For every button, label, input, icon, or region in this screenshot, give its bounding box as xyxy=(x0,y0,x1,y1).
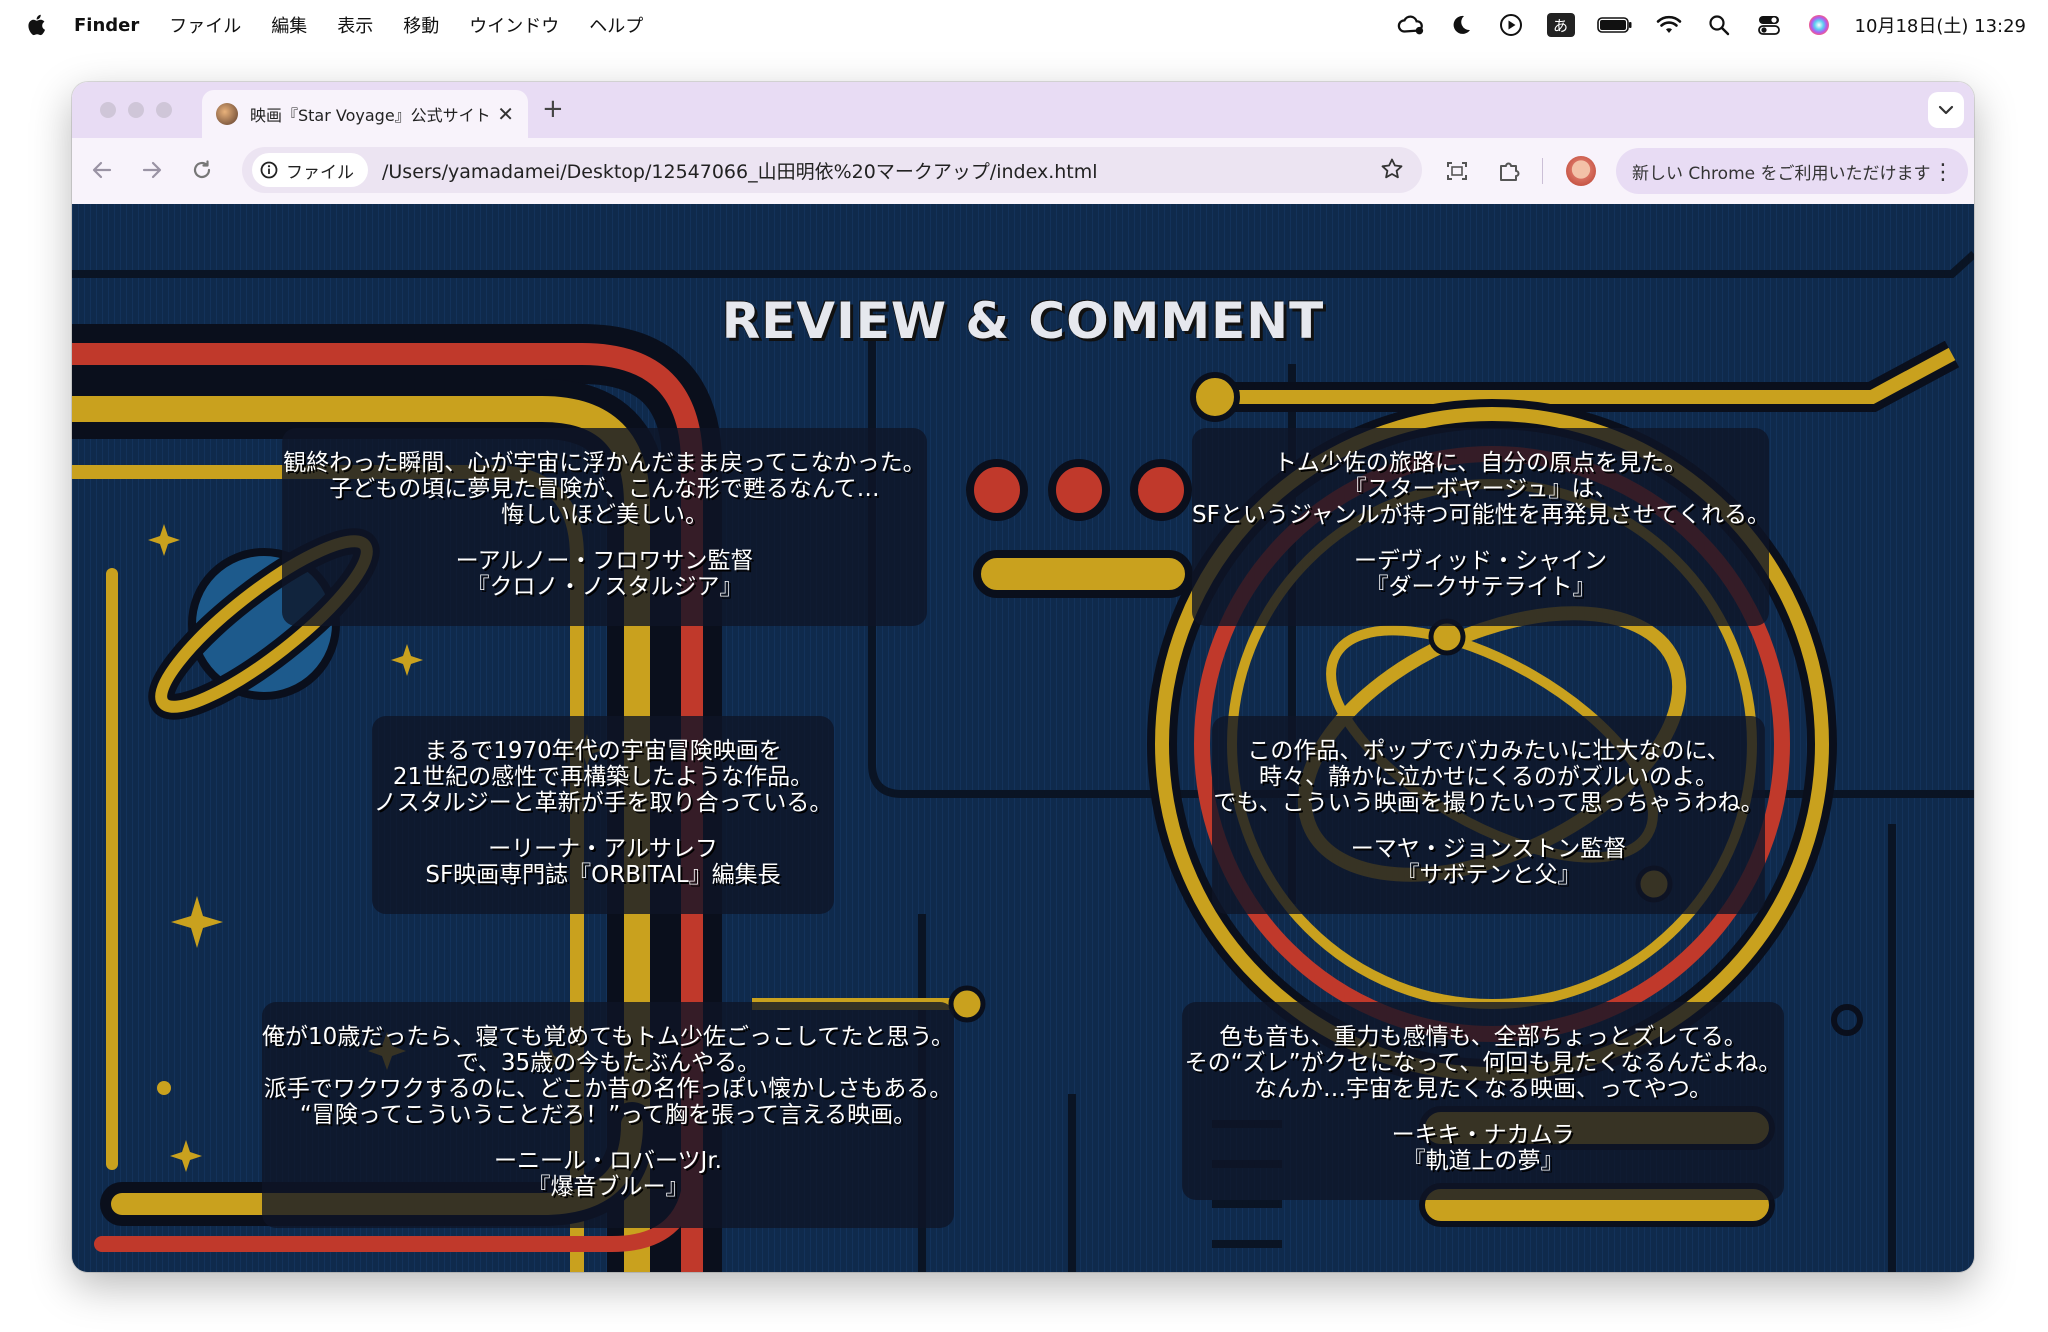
menu-file[interactable]: ファイル xyxy=(169,12,241,38)
quote-line: “冒険ってこういうことだろ！”って胸を張って言える映画。 xyxy=(299,1102,917,1128)
review-attribution: ーアルノー・フロワサン監督 『クロノ・ノスタルジア』 xyxy=(282,548,927,600)
quote-line: 時々、静かに泣かせにくるのがズルいのよ。 xyxy=(1258,764,1719,790)
tab-star-voyage[interactable]: 映画『Star Voyage』公式サイト ✕ xyxy=(202,90,528,138)
quote-line: この作品、ポップでバカみたいに壮大なのに、 xyxy=(1247,738,1730,764)
review-card-5: 俺が10歳だったら、寝ても覚めてもトム少佐ごっこしてたと思う。 で、35歳の今も… xyxy=(262,1002,954,1228)
reviewer-name: ーニール・ロバーツJr. xyxy=(494,1148,722,1174)
creative-cloud-icon[interactable] xyxy=(1397,11,1425,39)
review-attribution: ーマヤ・ジョンストン監督 『サボテンと父』 xyxy=(1212,836,1765,888)
quote-line: で、35歳の今もたぶんやる。 xyxy=(455,1050,761,1076)
zoom-window-button[interactable] xyxy=(156,102,172,118)
chrome-update-button[interactable]: 新しい Chrome をご利用いただけます ⋮ xyxy=(1616,148,1968,194)
reviewer-work: SF映画専門誌『ORBITAL』編集長 xyxy=(425,862,781,888)
menu-help[interactable]: ヘルプ xyxy=(589,12,643,38)
screenshot-icon[interactable] xyxy=(1442,156,1472,186)
reviewer-name: ーキキ・ナカムラ xyxy=(1391,1122,1575,1148)
reviewer-name: ーデヴィッド・シャイン xyxy=(1354,548,1607,574)
siri-icon[interactable] xyxy=(1805,11,1833,39)
quote-line: 色も音も、重力も感情も、全部ちょっとズレてる。 xyxy=(1219,1024,1747,1050)
menu-go[interactable]: 移動 xyxy=(403,12,439,38)
quote-line: まるで1970年代の宇宙冒険映画を xyxy=(424,738,782,764)
review-attribution: ーリーナ・アルサレフ SF映画専門誌『ORBITAL』編集長 xyxy=(372,836,834,888)
quote-line: でも、こういう映画を撮りたいって思っちゃうわね。 xyxy=(1213,790,1764,816)
quote-line: 子どもの頃に夢見た冒険が、こんな形で甦るなんて… xyxy=(329,476,880,502)
reviewer-name: ーリーナ・アルサレフ xyxy=(488,836,718,862)
quote-line: 派手でワクワクするのに、どこか昔の名作っぽい懐かしさもある。 xyxy=(263,1076,953,1102)
wifi-icon[interactable] xyxy=(1655,11,1683,39)
menu-window[interactable]: ウインドウ xyxy=(469,12,559,38)
site-favicon-icon xyxy=(216,103,238,125)
quote-line: なんか…宇宙を見たくなる映画、ってやつ。 xyxy=(1254,1076,1712,1102)
close-tab-icon[interactable]: ✕ xyxy=(497,102,514,126)
quote-line: SFというジャンルが持つ可能性を再発見させてくれる。 xyxy=(1192,502,1770,528)
minimize-window-button[interactable] xyxy=(128,102,144,118)
review-card-1: 観終わった瞬間、心が宇宙に浮かんだまま戻ってこなかった。 子どもの頃に夢見た冒険… xyxy=(282,428,927,626)
do-not-disturb-icon[interactable] xyxy=(1447,11,1475,39)
tab-title: 映画『Star Voyage』公式サイト xyxy=(250,106,491,125)
reload-icon[interactable] xyxy=(188,156,216,184)
reviewer-name: ーアルノー・フロワサン監督 xyxy=(455,548,754,574)
quote-line: 21世紀の感性で再構築したような作品。 xyxy=(392,764,814,790)
review-card-6: 色も音も、重力も感情も、全部ちょっとズレてる。 その“ズレ”がクセになって、何回… xyxy=(1182,1002,1784,1200)
tab-strip: 映画『Star Voyage』公式サイト ✕ + xyxy=(72,82,1974,138)
battery-icon[interactable] xyxy=(1596,11,1633,39)
page-content: REVIEW & COMMENT 観終わった瞬間、心が宇宙に浮かんだまま戻ってこ… xyxy=(72,204,1974,1272)
review-attribution: ーデヴィッド・シャイン 『ダークサテライト』 xyxy=(1192,548,1769,600)
review-quote: トム少佐の旅路に、自分の原点を見た。 『スターボヤージュ』は、 SFというジャン… xyxy=(1192,450,1770,528)
url-text[interactable]: /Users/yamadamei/Desktop/12547066_山田明依%2… xyxy=(382,157,1098,184)
extensions-puzzle-icon[interactable] xyxy=(1494,156,1524,186)
toolbar-divider xyxy=(1542,158,1543,184)
menu-finder[interactable]: Finder xyxy=(74,15,139,36)
quote-line: 俺が10歳だったら、寝ても覚めてもトム少佐ごっこしてたと思う。 xyxy=(262,1024,954,1050)
control-center-icon[interactable] xyxy=(1755,11,1783,39)
reviewer-work: 『爆音ブルー』 xyxy=(527,1174,689,1200)
reviewer-work: 『クロノ・ノスタルジア』 xyxy=(466,574,743,600)
quote-line: トム少佐の旅路に、自分の原点を見た。 xyxy=(1273,450,1688,476)
menu-bar: Finder ファイル 編集 表示 移動 ウインドウ ヘルプ あ 10月18日(… xyxy=(0,0,2048,50)
review-quote: 俺が10歳だったら、寝ても覚めてもトム少佐ごっこしてたと思う。 で、35歳の今も… xyxy=(262,1024,954,1128)
quote-line: 『スターボヤージュ』は、 xyxy=(1343,476,1618,502)
review-attribution: ーニール・ロバーツJr. 『爆音ブルー』 xyxy=(262,1148,954,1200)
site-info-chip[interactable]: ファイル xyxy=(252,153,368,187)
apple-menu-icon[interactable] xyxy=(24,12,48,38)
quote-line: 観終わった瞬間、心が宇宙に浮かんだまま戻ってこなかった。 xyxy=(283,450,926,476)
reviewer-work: 『サボテンと父』 xyxy=(1396,862,1581,888)
review-card-2: トム少佐の旅路に、自分の原点を見た。 『スターボヤージュ』は、 SFというジャン… xyxy=(1192,428,1770,626)
quote-line: 悔しいほど美しい。 xyxy=(501,502,708,528)
reviewer-work: 『軌道上の夢』 xyxy=(1402,1148,1564,1174)
info-icon xyxy=(260,161,278,179)
input-method-icon[interactable]: あ xyxy=(1546,13,1575,37)
new-tab-icon[interactable]: + xyxy=(542,94,564,124)
review-attribution: ーキキ・ナカムラ 『軌道上の夢』 xyxy=(1182,1122,1784,1174)
review-card-3: まるで1970年代の宇宙冒険映画を 21世紀の感性で再構築したような作品。 ノス… xyxy=(372,716,834,914)
review-heading: REVIEW & COMMENT xyxy=(721,292,1325,350)
kebab-menu-icon[interactable]: ⋮ xyxy=(1932,160,1954,185)
menu-view[interactable]: 表示 xyxy=(337,12,373,38)
browser-window: 映画『Star Voyage』公式サイト ✕ + ファイル /Users/yam… xyxy=(72,82,1974,1272)
spotlight-icon[interactable] xyxy=(1705,11,1733,39)
profile-avatar[interactable] xyxy=(1566,156,1596,186)
play-icon[interactable] xyxy=(1497,11,1525,39)
review-card-4: この作品、ポップでバカみたいに壮大なのに、 時々、静かに泣かせにくるのがズルいの… xyxy=(1212,716,1765,914)
menubar-clock[interactable]: 10月18日(土) 13:29 xyxy=(1855,12,2026,38)
chrome-update-label: 新しい Chrome をご利用いただけます xyxy=(1632,163,1931,184)
reviewer-name: ーマヤ・ジョンストン監督 xyxy=(1350,836,1627,862)
window-controls xyxy=(100,102,172,118)
back-arrow-icon[interactable] xyxy=(88,156,116,184)
reviewer-work: 『ダークサテライト』 xyxy=(1365,574,1596,600)
quote-line: ノスタルジーと革新が手を取り合っている。 xyxy=(373,790,833,816)
quote-line: その“ズレ”がクセになって、何回も見たくなるんだよね。 xyxy=(1184,1050,1782,1076)
site-info-label: ファイル xyxy=(286,162,354,183)
forward-arrow-icon[interactable] xyxy=(138,156,166,184)
address-bar[interactable]: ファイル /Users/yamadamei/Desktop/12547066_山… xyxy=(242,147,1422,193)
review-quote: この作品、ポップでバカみたいに壮大なのに、 時々、静かに泣かせにくるのがズルいの… xyxy=(1212,738,1765,816)
tab-search-chevron-icon[interactable] xyxy=(1928,92,1964,128)
browser-toolbar: ファイル /Users/yamadamei/Desktop/12547066_山… xyxy=(72,138,1974,204)
review-quote: 観終わった瞬間、心が宇宙に浮かんだまま戻ってこなかった。 子どもの頃に夢見た冒険… xyxy=(282,450,927,528)
review-quote: 色も音も、重力も感情も、全部ちょっとズレてる。 その“ズレ”がクセになって、何回… xyxy=(1182,1024,1784,1102)
bookmark-star-icon[interactable] xyxy=(1380,157,1404,185)
menu-edit[interactable]: 編集 xyxy=(271,12,307,38)
review-quote: まるで1970年代の宇宙冒険映画を 21世紀の感性で再構築したような作品。 ノス… xyxy=(372,738,834,816)
close-window-button[interactable] xyxy=(100,102,116,118)
